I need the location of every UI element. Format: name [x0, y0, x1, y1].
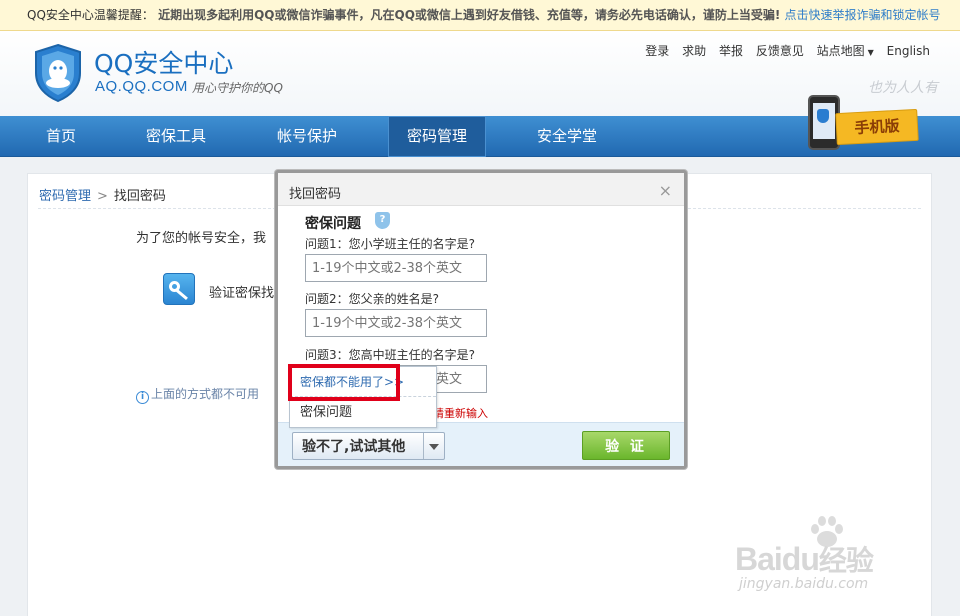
dialog-footer: 验不了,试试其他 验 证	[278, 422, 684, 466]
menu-item-security-question[interactable]: 密保问题	[290, 399, 436, 427]
breadcrumb: 密码管理 > 找回密码	[39, 185, 166, 204]
highlight-box	[288, 364, 400, 401]
sitemap-link[interactable]: 站点地图 ▼	[817, 44, 874, 58]
nav-item-password-management[interactable]: 密码管理	[388, 116, 486, 157]
question-1-label: 问题1：您小学班主任的名字是?	[305, 237, 476, 251]
warning-bar: QQ安全中心温馨提醒： 近期出现多起利用QQ或微信诈骗事件，凡在QQ或微信上遇到…	[0, 0, 960, 31]
logo-title[interactable]: QQ安全中心	[94, 44, 233, 80]
question-3-label: 问题3：您高中班主任的名字是?	[305, 348, 476, 362]
feedback-link[interactable]: 反馈意见	[756, 44, 804, 58]
warning-title: QQ安全中心温馨提醒：	[27, 8, 154, 22]
fallback-note: i 上面的方式都不可用	[136, 385, 259, 404]
try-other-label: 验不了,试试其他	[302, 439, 406, 455]
nav-item-home[interactable]: 首页	[0, 116, 122, 157]
verify-method-label[interactable]: 验证密保找	[209, 282, 274, 301]
key-icon	[163, 273, 195, 305]
english-link[interactable]: English	[887, 44, 930, 58]
intro-text: 为了您的帐号安全，我	[136, 231, 267, 246]
baidu-watermark: Baidu经验 jingyan.baidu.com	[735, 515, 925, 595]
watermark-latin: Bai	[735, 541, 783, 577]
qq-shield-logo-icon	[35, 43, 81, 103]
nav-item-account-protection[interactable]: 帐号保护	[257, 116, 357, 157]
warning-message: 近期出现多起利用QQ或微信诈骗事件，凡在QQ或微信上遇到好友借钱、充值等，请务必…	[153, 8, 785, 22]
watermark-cn: 经验	[818, 545, 874, 576]
watermark-paw-text: du	[781, 541, 820, 577]
dialog-titlebar: 找回密码 ×	[278, 173, 684, 206]
verify-button[interactable]: 验 证	[582, 431, 670, 460]
watermark-url: jingyan.baidu.com	[739, 576, 869, 592]
mobile-version-badge[interactable]: 手机版	[792, 95, 922, 151]
breadcrumb-current: 找回密码	[113, 189, 166, 204]
info-icon: i	[136, 391, 149, 404]
fallback-note-text: 上面的方式都不可用	[151, 387, 260, 401]
breadcrumb-separator: >	[97, 189, 108, 204]
dialog-title: 找回密码	[289, 187, 342, 202]
error-message: 请重新输入	[433, 407, 488, 420]
right-slogan: 也为人人有	[868, 80, 938, 96]
logo-slogan: 用心守护你的QQ	[192, 81, 283, 95]
question-2-answer-input[interactable]	[305, 309, 487, 337]
logo-domain: AQ.QQ.COM	[95, 78, 188, 95]
mobile-version-label: 手机版	[835, 108, 919, 146]
nav-item-security-school[interactable]: 安全学堂	[518, 116, 616, 157]
breadcrumb-parent[interactable]: 密码管理	[39, 189, 91, 204]
try-other-methods-dropdown[interactable]: 验不了,试试其他	[292, 432, 445, 460]
help-shield-icon[interactable]: ?	[375, 212, 390, 229]
sitemap-label: 站点地图	[816, 44, 865, 58]
watermark-text: Baidu经验	[735, 539, 874, 579]
report-fraud-link[interactable]: 点击快速举报诈骗和锁定帐号	[785, 8, 941, 22]
nav-item-security-tools[interactable]: 密保工具	[122, 116, 230, 157]
chevron-down-icon: ▼	[867, 48, 874, 57]
security-question-heading: 密保问题	[305, 216, 361, 232]
question-1-answer-input[interactable]	[305, 254, 487, 282]
chevron-down-icon	[429, 444, 439, 450]
help-link[interactable]: 求助	[682, 44, 706, 58]
login-link[interactable]: 登录	[645, 44, 669, 58]
top-links: 登录 求助 举报 反馈意见 站点地图 ▼ English	[636, 42, 930, 59]
close-icon[interactable]: ×	[659, 181, 672, 200]
report-link[interactable]: 举报	[719, 44, 743, 58]
question-2-label: 问题2：您父亲的姓名是?	[305, 292, 440, 306]
